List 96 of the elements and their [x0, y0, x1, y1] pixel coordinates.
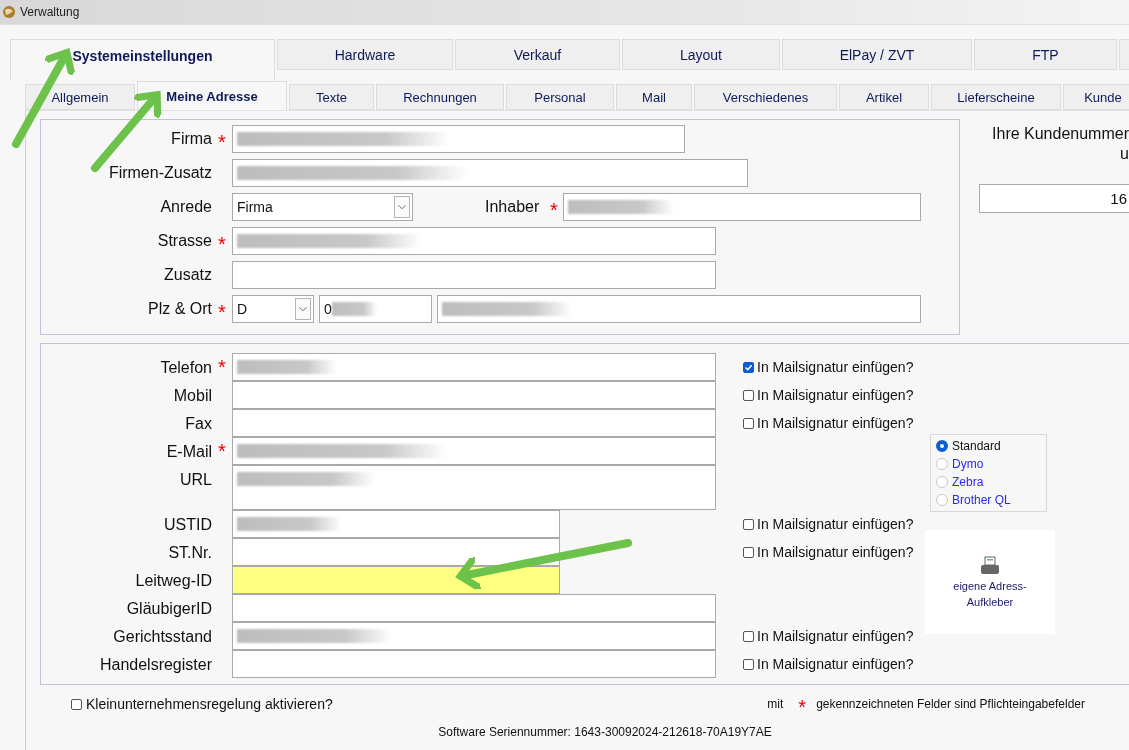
tab[interactable]: Texte: [289, 84, 374, 110]
radio-option[interactable]: Brother QL: [936, 493, 1046, 507]
input-field[interactable]: [232, 622, 716, 650]
tab[interactable]: Artikel: [839, 84, 929, 110]
input-field[interactable]: [232, 465, 716, 510]
input-field[interactable]: [232, 227, 716, 255]
tab[interactable]: Allgemein: [25, 84, 135, 110]
customer-number-label: Ihre Kundenummer: [992, 124, 1129, 144]
signature-checkbox-label[interactable]: In Mailsignatur einfügen?: [743, 409, 914, 437]
tab[interactable]: Personal: [506, 84, 614, 110]
tab[interactable]: Verkauf: [455, 39, 620, 70]
input-field[interactable]: [232, 594, 716, 622]
signature-checkbox-label[interactable]: In Mailsignatur einfügen?: [743, 353, 914, 381]
chevron-down-icon: [394, 196, 410, 218]
checkbox[interactable]: [743, 658, 754, 670]
field-label: Inhaber: [485, 198, 541, 216]
signature-checkbox-label[interactable]: In Mailsignatur einfügen?: [743, 381, 914, 409]
input-field[interactable]: [232, 261, 716, 289]
field-label: USTID: [163, 515, 212, 535]
tab[interactable]: Kunde: [1063, 84, 1129, 110]
input-field[interactable]: 0: [319, 295, 432, 323]
note-text: gekennzeichneten Felder sind Pflichteingabefelder: [816, 697, 1085, 711]
required-mark: *: [550, 198, 558, 218]
printer-icon: [980, 556, 1000, 576]
input-field[interactable]: [232, 353, 716, 381]
required-mark: *: [217, 300, 227, 320]
customer-number-field[interactable]: 16: [979, 184, 1129, 213]
dropdown-field[interactable]: Firma: [232, 193, 413, 221]
window-title: Verwaltung: [20, 5, 80, 19]
checkbox[interactable]: [743, 518, 754, 530]
radio-button[interactable]: [936, 494, 948, 506]
note-text: mit: [767, 697, 784, 711]
radio-button[interactable]: [936, 476, 948, 488]
field-label: Firma: [170, 130, 212, 148]
tab[interactable]: Layout: [622, 39, 780, 70]
required-mark: *: [217, 232, 227, 252]
serial-number: Software Seriennummer: 1643-30092024-212618-70A19Y7AE: [438, 725, 772, 739]
signature-checkbox-label[interactable]: In Mailsignatur einfügen?: [743, 650, 914, 678]
field-label: URL: [179, 470, 212, 490]
field-label: E-Mail: [165, 442, 212, 462]
radio-option[interactable]: Dymo: [936, 457, 1046, 471]
input-field[interactable]: [232, 538, 560, 566]
checkbox[interactable]: [743, 361, 754, 373]
print-label-button[interactable]: eigene Adress- Aufkleber: [925, 530, 1055, 634]
signature-checkbox-label[interactable]: In Mailsignatur einfügen?: [743, 510, 914, 538]
input-field[interactable]: [232, 125, 685, 153]
required-mark: *: [217, 439, 227, 464]
field-label: Zusatz: [163, 266, 212, 284]
signature-checkbox-label[interactable]: In Mailsignatur einfügen?: [743, 538, 914, 566]
tab[interactable]: Meine Adresse: [137, 81, 287, 110]
tab[interactable]: Hardware: [277, 39, 453, 70]
required-mark: *: [217, 355, 227, 380]
field-label: GläubigerID: [125, 599, 212, 619]
input-field[interactable]: [232, 510, 560, 538]
input-field[interactable]: [232, 381, 716, 409]
checkbox[interactable]: [743, 546, 754, 558]
input-field[interactable]: [232, 566, 560, 594]
input-field[interactable]: [232, 437, 716, 465]
tab[interactable]: ElPay / ZVT: [782, 39, 972, 70]
checkbox[interactable]: [743, 417, 754, 429]
required-mark: *: [798, 695, 807, 713]
radio-button[interactable]: [936, 458, 948, 470]
field-label: Mobil: [172, 386, 212, 406]
tab[interactable]: Lieferscheine: [931, 84, 1061, 110]
checkbox[interactable]: [743, 630, 754, 642]
radio-option[interactable]: Zebra: [936, 475, 1046, 489]
radio-option[interactable]: Standard: [936, 439, 1046, 453]
field-label: ST.Nr.: [167, 543, 212, 563]
checkbox[interactable]: [743, 389, 754, 401]
input-field[interactable]: [563, 193, 921, 221]
tab[interactable]: Systemeinstellungen: [10, 39, 275, 81]
field-label: Strasse: [156, 232, 212, 250]
field-label: Gerichtsstand: [112, 627, 212, 647]
field-label: Plz & Ort: [147, 300, 212, 318]
input-field[interactable]: [232, 650, 716, 678]
checkbox[interactable]: [71, 698, 82, 710]
signature-checkbox-label[interactable]: In Mailsignatur einfügen?: [743, 622, 914, 650]
tab[interactable]: Rechnungen: [376, 84, 504, 110]
dropdown-field[interactable]: D: [232, 295, 314, 323]
small-business-checkbox-label[interactable]: Kleinunternehmensregelung aktivieren?: [71, 696, 333, 712]
input-field[interactable]: [437, 295, 921, 323]
field-label: Fax: [184, 414, 212, 434]
chevron-down-icon: [295, 298, 311, 320]
input-field[interactable]: [232, 159, 748, 187]
tab[interactable]: Mail: [616, 84, 692, 110]
tab[interactable]: FTP: [974, 39, 1117, 70]
field-label: Firmen-Zusatz: [107, 164, 212, 182]
input-field[interactable]: [232, 409, 716, 437]
field-label: Handelsregister: [98, 655, 212, 675]
tab[interactable]: Verschiedenes: [694, 84, 837, 110]
field-label: Telefon: [159, 358, 212, 378]
field-label: Anrede: [159, 198, 212, 216]
radio-button[interactable]: [936, 440, 948, 452]
customer-number-label: u: [1120, 144, 1129, 164]
required-mark: *: [217, 130, 227, 150]
field-label: Leitweg-ID: [134, 571, 212, 591]
